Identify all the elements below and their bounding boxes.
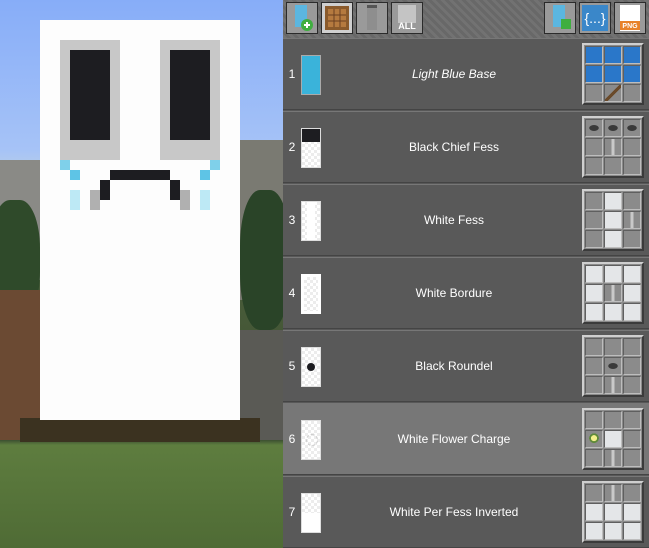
new-banner-button[interactable] xyxy=(286,2,318,34)
layer-row-4[interactable]: 4 White Bordure xyxy=(283,257,649,329)
crafting-recipe-grid xyxy=(582,189,644,251)
layer-thumbnail xyxy=(301,347,321,387)
layer-name: White Per Fess Inverted xyxy=(389,505,519,519)
crafting-recipe-grid xyxy=(582,262,644,324)
layer-thumbnail xyxy=(301,274,321,314)
layer-number: 6 xyxy=(288,432,296,446)
layer-name: Black Roundel xyxy=(415,359,493,373)
layer-thumbnail xyxy=(301,493,321,533)
crafting-table-icon xyxy=(325,6,349,30)
layer-row-1[interactable]: 1 Light Blue Base xyxy=(283,38,649,110)
crafting-recipe-grid xyxy=(582,43,644,105)
banner-plus-icon xyxy=(295,5,313,31)
banner-preview-scene xyxy=(0,0,283,548)
crafting-recipe-grid xyxy=(582,116,644,178)
layer-row-2[interactable]: 2 Black Chief Fess xyxy=(283,111,649,183)
layer-name: White Flower Charge xyxy=(397,432,511,446)
layer-row-6[interactable]: 6 White Flower Charge xyxy=(283,403,649,475)
all-label: ALL xyxy=(398,21,416,31)
png-button[interactable]: PNG xyxy=(614,2,646,34)
crafting-recipe-grid xyxy=(582,481,644,543)
layer-row-3[interactable]: 3 White Fess xyxy=(283,184,649,256)
layer-number: 2 xyxy=(288,140,296,154)
banner-export-icon xyxy=(553,5,571,29)
layer-number: 3 xyxy=(288,213,296,227)
layer-thumbnail xyxy=(301,420,321,460)
banner-button[interactable] xyxy=(356,2,388,34)
layer-thumbnail xyxy=(301,55,321,95)
layer-panel: ALL {...} PNG 1 Light Blue Base 2 Black … xyxy=(283,0,649,548)
json-button[interactable]: {...} xyxy=(579,2,611,34)
crafting-recipe-grid xyxy=(582,335,644,397)
layer-thumbnail xyxy=(301,128,321,168)
layer-name: Light Blue Base xyxy=(411,67,497,81)
gray-banner-icon xyxy=(367,5,377,30)
layer-name: Black Chief Fess xyxy=(408,140,500,154)
layer-name: White Bordure xyxy=(415,286,493,300)
all-button[interactable]: ALL xyxy=(391,2,423,34)
layer-number: 7 xyxy=(288,505,296,519)
png-label: PNG xyxy=(622,23,638,30)
layer-row-5[interactable]: 5 Black Roundel xyxy=(283,330,649,402)
export-button[interactable] xyxy=(544,2,576,34)
layer-name: White Fess xyxy=(423,213,484,227)
layer-number: 1 xyxy=(288,67,296,81)
crafting-recipe-grid xyxy=(582,408,644,470)
toolbar: ALL {...} PNG xyxy=(283,0,649,38)
all-icon: ALL xyxy=(398,5,416,31)
json-label: {...} xyxy=(584,10,605,26)
banner-preview xyxy=(40,20,240,420)
layer-thumbnail xyxy=(301,201,321,241)
braces-icon: {...} xyxy=(582,5,608,31)
crafting-table-button[interactable] xyxy=(321,2,353,34)
layer-number: 5 xyxy=(288,359,296,373)
png-icon: PNG xyxy=(620,5,640,31)
layer-number: 4 xyxy=(288,286,296,300)
layer-row-7[interactable]: 7 White Per Fess Inverted xyxy=(283,476,649,548)
